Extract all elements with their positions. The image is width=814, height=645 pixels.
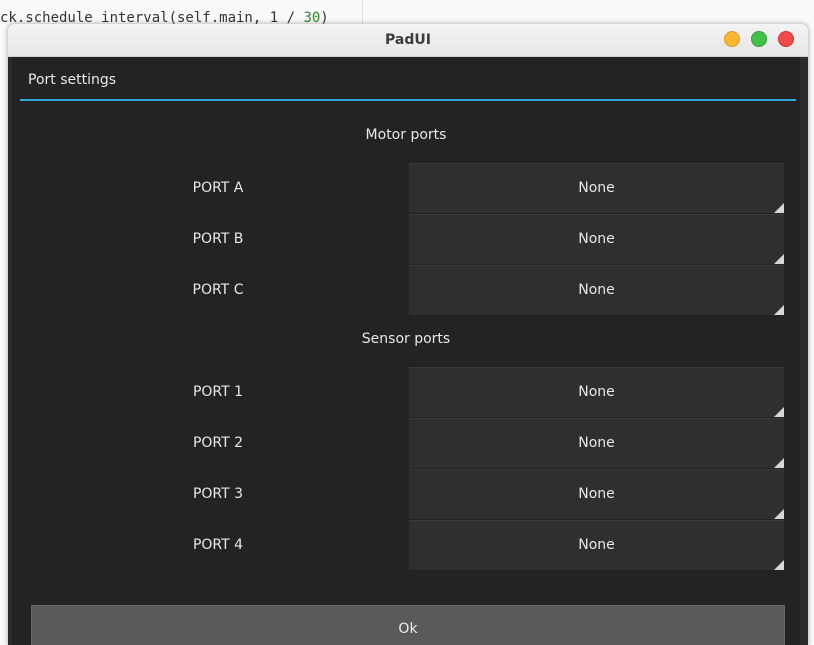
port-label: PORT A — [192, 180, 244, 196]
port-row-3: PORT 3 None — [12, 469, 800, 519]
port-label: PORT 1 — [192, 384, 244, 400]
dropdown-corner-icon — [774, 509, 784, 519]
spinner-value: None — [578, 231, 615, 247]
port-label: PORT 3 — [192, 486, 244, 502]
sensor-ports-title: Sensor ports — [361, 331, 451, 347]
motor-ports-title: Motor ports — [365, 127, 447, 143]
port-row-c: PORT C None — [12, 265, 800, 315]
spinner-value: None — [578, 486, 615, 502]
port-3-spinner[interactable]: None — [409, 469, 784, 519]
port-2-spinner[interactable]: None — [409, 418, 784, 468]
spinner-value: None — [578, 384, 615, 400]
popup-title: Port settings — [28, 72, 117, 88]
popup-header: Port settings — [20, 57, 796, 101]
port-row-a: PORT A None — [12, 163, 800, 213]
port-label: PORT 2 — [192, 435, 244, 451]
dropdown-corner-icon — [774, 203, 784, 213]
spinner-value: None — [578, 537, 615, 553]
port-settings-popup: Port settings Motor ports PORT A None PO… — [12, 57, 800, 645]
dropdown-corner-icon — [774, 560, 784, 570]
port-row-1: PORT 1 None — [12, 367, 800, 417]
port-label: PORT C — [192, 282, 244, 298]
spinner-value: None — [578, 180, 615, 196]
dropdown-corner-icon — [774, 305, 784, 315]
spinner-value: None — [578, 282, 615, 298]
port-label: PORT B — [192, 231, 244, 247]
padui-window: PadUI Port settings Motor ports PORT A N… — [8, 24, 808, 645]
port-row-2: PORT 2 None — [12, 418, 800, 468]
maximize-button[interactable] — [751, 31, 767, 47]
editor-divider — [362, 0, 363, 24]
close-button[interactable] — [778, 31, 794, 47]
ok-button[interactable]: Ok — [31, 605, 785, 645]
dropdown-corner-icon — [774, 254, 784, 264]
port-b-spinner[interactable]: None — [409, 214, 784, 264]
title-bar[interactable]: PadUI — [8, 24, 808, 57]
port-row-b: PORT B None — [12, 214, 800, 264]
minimize-button[interactable] — [724, 31, 740, 47]
spinner-value: None — [578, 435, 615, 451]
port-c-spinner[interactable]: None — [409, 265, 784, 315]
port-a-spinner[interactable]: None — [409, 163, 784, 213]
dropdown-corner-icon — [774, 458, 784, 468]
port-1-spinner[interactable]: None — [409, 367, 784, 417]
port-row-4: PORT 4 None — [12, 520, 800, 570]
dropdown-corner-icon — [774, 407, 784, 417]
port-4-spinner[interactable]: None — [409, 520, 784, 570]
port-label: PORT 4 — [192, 537, 244, 553]
window-title: PadUI — [385, 32, 431, 48]
